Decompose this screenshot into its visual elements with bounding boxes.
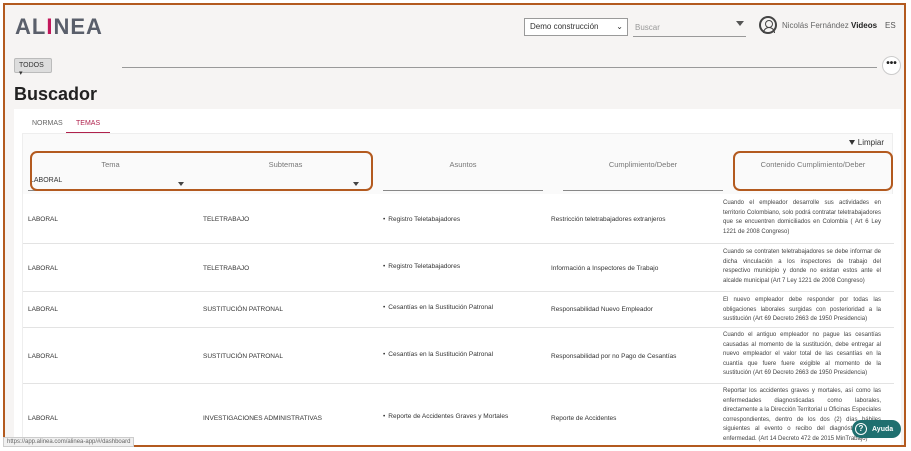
user-name[interactable]: Nicolás Fernández	[782, 21, 849, 30]
app-window: ALINEA Demo construcción ⌄ Nicolás Ferná…	[3, 3, 906, 447]
row-asunto: Cesantías en la Sustitución Patronal	[383, 304, 493, 311]
row-subtema: TELETRABAJO	[203, 216, 250, 223]
table-row[interactable]: LABORAL SUSTITUCIÓN PATRONAL Cesantías e…	[23, 292, 894, 328]
row-subtema: INVESTIGACIONES ADMINISTRATIVAS	[203, 415, 322, 422]
highlight-tema-subtemas	[30, 151, 373, 191]
todos-dropdown-button[interactable]: TODOS ▾	[14, 58, 52, 77]
row-tema: LABORAL	[28, 306, 58, 313]
help-button[interactable]: ? Ayuda	[852, 420, 902, 438]
row-subtema: TELETRABAJO	[203, 265, 250, 272]
chevron-down-icon: ⌄	[616, 22, 623, 31]
filter-icon	[848, 140, 855, 146]
project-select[interactable]: Demo construcción ⌄	[524, 18, 628, 36]
user-avatar-icon[interactable]	[759, 16, 777, 34]
cumplimiento-filter-input[interactable]	[563, 177, 723, 191]
row-tema: LABORAL	[28, 265, 58, 272]
column-header-asuntos: Asuntos	[449, 160, 477, 169]
search-dropdown-icon[interactable]	[736, 21, 744, 26]
clear-filters-button[interactable]: Limpiar	[848, 138, 884, 147]
divider-line	[122, 67, 877, 68]
language-selector[interactable]: ES	[885, 21, 896, 30]
row-deber: Restricción teletrabajadores extranjeros	[551, 216, 666, 223]
tab-temas[interactable]: TEMAS	[66, 117, 111, 134]
row-tema: LABORAL	[28, 415, 58, 422]
row-asunto: Registro Teletabajadores	[383, 263, 460, 270]
row-contenido: El nuevo empleador debe responder por to…	[723, 297, 881, 322]
row-asunto: Cesantías en la Sustitución Patronal	[383, 351, 493, 358]
content-panel: NORMAS TEMAS Limpiar Tema Subtemas Asunt…	[14, 109, 901, 445]
more-options-button[interactable]: •••	[882, 56, 901, 75]
table-row[interactable]: LABORAL TELETRABAJO Registro Teletabajad…	[23, 194, 894, 244]
table-row[interactable]: LABORAL TELETRABAJO Registro Teletabajad…	[23, 244, 894, 292]
results-area: Limpiar Tema Subtemas Asuntos Cumplimien…	[22, 133, 894, 445]
row-subtema: SUSTITUCIÓN PATRONAL	[203, 353, 283, 360]
search-box[interactable]	[633, 17, 746, 37]
asuntos-filter-input[interactable]	[383, 177, 543, 191]
row-contenido: Cuando el antiguo empleador no pague las…	[723, 332, 881, 376]
help-label: Ayuda	[872, 425, 894, 433]
status-bar-url: https://app.alinea.com/alinea-app/#/dash…	[3, 437, 135, 447]
search-input[interactable]	[633, 20, 728, 35]
row-deber: Información a Inspectores de Trabajo	[551, 265, 659, 272]
table-row[interactable]: LABORAL SUSTITUCIÓN PATRONAL Cesantías e…	[23, 328, 894, 384]
top-navigation-bar: ALINEA Demo construcción ⌄ Nicolás Ferná…	[5, 5, 904, 46]
row-tema: LABORAL	[28, 353, 58, 360]
row-contenido: Cuando se contraten teletrabajadores se …	[723, 249, 881, 284]
column-header-cumplimiento: Cumplimiento/Deber	[608, 160, 678, 169]
videos-link[interactable]: Videos	[851, 21, 877, 30]
alinea-logo[interactable]: ALINEA	[15, 14, 103, 40]
project-select-value: Demo construcción	[530, 22, 599, 31]
highlight-contenido	[733, 151, 893, 191]
row-tema: LABORAL	[28, 216, 58, 223]
row-subtema: SUSTITUCIÓN PATRONAL	[203, 306, 283, 313]
row-deber: Responsabilidad Nuevo Empleador	[551, 306, 653, 313]
table-row[interactable]: LABORAL INVESTIGACIONES ADMINISTRATIVAS …	[23, 384, 894, 445]
row-deber: Responsabilidad por no Pago de Cesantías	[551, 353, 677, 360]
row-deber: Reporte de Accidentes	[551, 415, 617, 422]
tab-normas[interactable]: NORMAS	[32, 117, 63, 134]
row-asunto: Registro Teletabajadores	[383, 216, 460, 223]
help-icon: ?	[855, 423, 867, 435]
row-asunto: Reporte de Accidentes Graves y Mortales	[383, 413, 508, 420]
clear-filters-label: Limpiar	[857, 138, 884, 147]
row-contenido: Cuando el empleador desarrolle sus activ…	[723, 200, 881, 235]
page-title: Buscador	[14, 84, 98, 104]
